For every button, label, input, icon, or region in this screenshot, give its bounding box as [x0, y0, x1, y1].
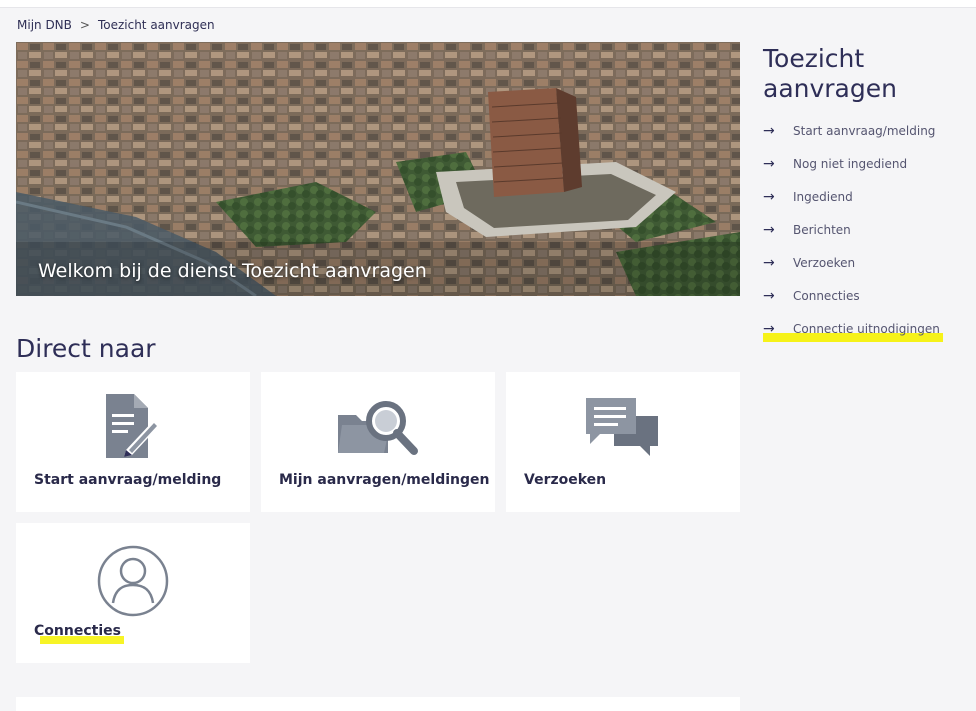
sidebar-item-label: Start aanvraag/melding — [793, 123, 936, 138]
tile-verzoeken[interactable]: Verzoeken — [506, 372, 740, 512]
arrow-right-icon: → — [763, 122, 775, 139]
tile-start-aanvraag[interactable]: Start aanvraag/melding — [16, 372, 250, 512]
sidebar-item-label: Connecties — [793, 288, 860, 303]
breadcrumb-separator: > — [79, 18, 90, 32]
direct-section-title: Direct naar — [16, 334, 156, 363]
breadcrumb: Mijn DNB > Toezicht aanvragen — [17, 18, 215, 32]
tile-start-aanvraag-label: Start aanvraag/melding — [34, 472, 222, 488]
highlight-mark — [40, 636, 124, 644]
sidebar-item-berichten[interactable]: → Berichten — [763, 213, 968, 246]
user-circle-icon — [97, 545, 169, 617]
hero-city-image — [16, 42, 740, 296]
sidebar-item-nog-niet-ingediend[interactable]: → Nog niet ingediend — [763, 147, 968, 180]
sidebar-item-label: Berichten — [793, 222, 851, 237]
sidebar-item-label: Ingediend — [793, 189, 853, 204]
arrow-right-icon: → — [763, 188, 775, 205]
bottom-card — [16, 697, 740, 711]
breadcrumb-home-link[interactable]: Mijn DNB — [17, 18, 72, 32]
sidebar-item-label: Verzoeken — [793, 255, 856, 270]
top-bar — [0, 0, 976, 8]
breadcrumb-current: Toezicht aanvragen — [97, 18, 215, 32]
sidebar-list: → Start aanvraag/melding → Nog niet ingedi… — [763, 114, 968, 345]
sidebar-item-start-aanvraag[interactable]: → Start aanvraag/melding — [763, 114, 968, 147]
arrow-right-icon: → — [763, 254, 775, 271]
sidebar-item-connecties[interactable]: → Connecties — [763, 279, 968, 312]
sidebar-item-label: Connectie uitnodigingen — [793, 321, 940, 336]
sidebar-item-label: Nog niet ingediend — [793, 156, 908, 171]
tile-verzoeken-label: Verzoeken — [524, 472, 607, 488]
sidebar-item-connectie-uitnodigingen[interactable]: → Connectie uitnodigingen — [763, 312, 968, 345]
sidebar-title: Toezicht aanvragen — [763, 44, 897, 103]
arrow-right-icon: → — [763, 320, 775, 337]
folder-search-icon — [338, 401, 418, 455]
chat-bubbles-icon — [586, 398, 658, 456]
arrow-right-icon: → — [763, 155, 775, 172]
arrow-right-icon: → — [763, 287, 775, 304]
arrow-right-icon: → — [763, 221, 775, 238]
tile-mijn-aanvragen[interactable]: Mijn aanvragen/meldingen — [261, 372, 495, 512]
hero-banner: Welkom bij de dienst Toezicht aanvragen — [16, 42, 740, 296]
tile-mijn-aanvragen-label: Mijn aanvragen/meldingen — [279, 472, 490, 488]
document-edit-icon — [106, 394, 160, 458]
hero-title: Welkom bij de dienst Toezicht aanvragen — [38, 260, 427, 282]
sidebar: Toezicht aanvragen → Start aanvraag/meldi… — [763, 44, 968, 345]
sidebar-item-ingediend[interactable]: → Ingediend — [763, 180, 968, 213]
sidebar-item-verzoeken[interactable]: → Verzoeken — [763, 246, 968, 279]
